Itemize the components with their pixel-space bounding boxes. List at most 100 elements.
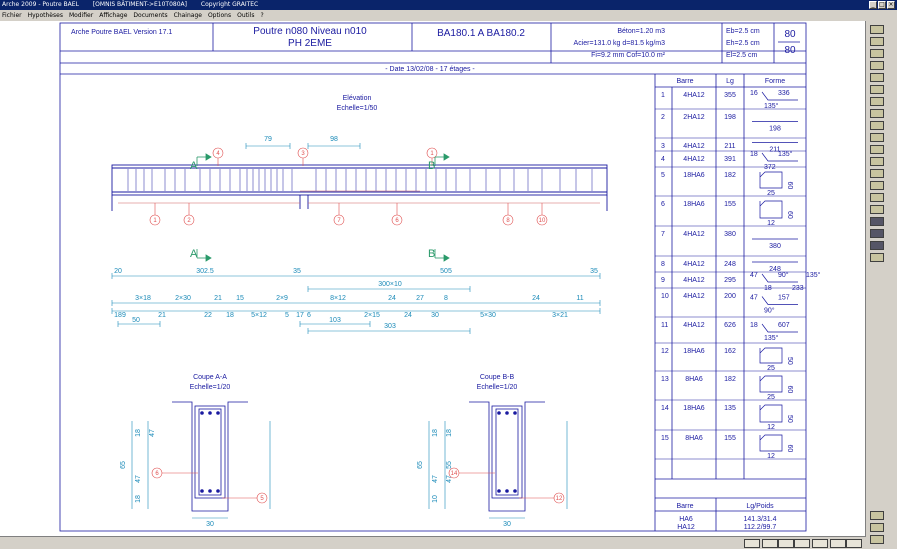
toolbar-button[interactable] bbox=[870, 217, 884, 226]
dim-row2: 24 bbox=[532, 295, 540, 302]
coupe-a-drawing: 18654718473065 bbox=[120, 401, 271, 528]
close-button[interactable]: × bbox=[887, 1, 895, 9]
table-cell-number: 6 bbox=[661, 201, 665, 208]
table-cell-number: 2 bbox=[661, 114, 665, 121]
svg-text:380: 380 bbox=[769, 243, 781, 250]
toolbar-button[interactable] bbox=[870, 253, 884, 262]
section-b-top: B bbox=[428, 160, 435, 172]
dim-row3: 5×30 bbox=[480, 312, 496, 319]
coupe-b-drawing: 18654710185547301412 bbox=[417, 401, 568, 528]
summary-barre-1: HA6 bbox=[679, 516, 693, 523]
status-button[interactable] bbox=[812, 539, 828, 548]
dim-79: 79 bbox=[264, 136, 272, 143]
toolbar-button[interactable] bbox=[870, 169, 884, 178]
svg-text:198: 198 bbox=[769, 126, 781, 133]
toolbar-button[interactable] bbox=[870, 97, 884, 106]
bar-shape: 248 bbox=[752, 261, 798, 273]
menu-help[interactable]: ? bbox=[260, 10, 263, 21]
menu-chainage[interactable]: Chainage bbox=[174, 10, 202, 21]
toolbar-button[interactable] bbox=[870, 73, 884, 82]
toolbar-button[interactable] bbox=[870, 205, 884, 214]
status-button[interactable] bbox=[830, 539, 846, 548]
svg-text:157: 157 bbox=[778, 295, 790, 302]
table-cell-barre: 4HA12 bbox=[683, 293, 705, 300]
svg-text:18: 18 bbox=[764, 285, 772, 292]
menu-documents[interactable]: Documents bbox=[133, 10, 167, 21]
table-cell-number: 7 bbox=[661, 231, 665, 238]
toolbar-button[interactable] bbox=[870, 229, 884, 238]
bar-mark: 8 bbox=[502, 214, 514, 226]
coupe-a-title: Coupe A-A bbox=[193, 374, 227, 381]
bar-mark: 3 bbox=[297, 147, 309, 159]
menu-options[interactable]: Options bbox=[208, 10, 231, 21]
toolbar-button[interactable] bbox=[870, 49, 884, 58]
dim-row3: 2×15 bbox=[364, 312, 380, 319]
bar-shape: 60 12 bbox=[759, 434, 793, 460]
menu-outils[interactable]: Outils bbox=[237, 10, 254, 21]
toolbar-button[interactable] bbox=[870, 133, 884, 142]
coupe-dim: 47 bbox=[135, 475, 142, 483]
dim-98: 98 bbox=[330, 136, 338, 143]
svg-text:60: 60 bbox=[786, 445, 793, 453]
toolbar-button[interactable] bbox=[870, 85, 884, 94]
beton-volume: Béton=1.20 m3 bbox=[617, 28, 665, 35]
dim-row2: 24 bbox=[388, 295, 396, 302]
bar-shape: 47 18 90°233135° bbox=[750, 271, 821, 292]
toolbar-button[interactable] bbox=[870, 241, 884, 250]
table-cell-barre: 18HA6 bbox=[683, 405, 705, 412]
svg-text:6: 6 bbox=[395, 218, 399, 224]
bar-mark: 1 bbox=[149, 214, 161, 226]
minimize-button[interactable]: _ bbox=[869, 1, 877, 9]
maximize-button[interactable]: □ bbox=[878, 1, 886, 9]
table-cell-barre: 4HA12 bbox=[683, 143, 705, 150]
menu-fichier[interactable]: Fichier bbox=[2, 10, 22, 21]
coupe-b-scale: Echelle=1/20 bbox=[477, 384, 518, 391]
svg-text:60: 60 bbox=[786, 182, 793, 190]
menu-affichage[interactable]: Affichage bbox=[99, 10, 127, 21]
dim-row2: 8 bbox=[444, 295, 448, 302]
svg-text:1: 1 bbox=[153, 218, 157, 224]
status-button[interactable] bbox=[762, 539, 778, 548]
summary-lg-1: 141.3/31.4 bbox=[743, 516, 776, 523]
summary-lg-2: 112.2/99.7 bbox=[744, 524, 777, 531]
toolbar-button[interactable] bbox=[870, 109, 884, 118]
zoom-button[interactable] bbox=[870, 511, 884, 520]
menu-modifier[interactable]: Modifier bbox=[69, 10, 93, 21]
fi-cof: Fi=9.2 mm Cof=10.0 m² bbox=[591, 52, 666, 59]
zoom-button[interactable] bbox=[870, 523, 884, 532]
status-button[interactable] bbox=[794, 539, 810, 548]
menu-hypotheses[interactable]: Hypothèses bbox=[28, 10, 63, 21]
toolbar-button[interactable] bbox=[870, 61, 884, 70]
dim-row3: 5×12 bbox=[251, 312, 267, 319]
svg-text:25: 25 bbox=[767, 190, 775, 197]
toolbar-button[interactable] bbox=[870, 193, 884, 202]
eh-value: Eh=2.5 cm bbox=[726, 40, 760, 47]
application-window: Arche 2009 - Poutre BAEL [OMNIS BÂTIMENT… bbox=[0, 0, 897, 549]
status-button[interactable] bbox=[778, 539, 794, 548]
software-version: Arche Poutre BAEL Version 17.1 bbox=[71, 29, 172, 36]
svg-text:60: 60 bbox=[786, 211, 793, 219]
beam-reference: BA180.1 A BA180.2 bbox=[437, 28, 525, 39]
count-bottom: 80 bbox=[784, 45, 796, 56]
table-header-lg: Lg bbox=[726, 78, 734, 85]
toolbar-button[interactable] bbox=[870, 145, 884, 154]
dim-row3: 9 bbox=[122, 312, 126, 319]
drawing-canvas[interactable]: Arche Poutre BAEL Version 17.1 Poutre n0… bbox=[0, 21, 866, 536]
table-cell-lg: 135 bbox=[724, 405, 736, 412]
dim-row4: 303 bbox=[384, 323, 396, 330]
toolbar-button[interactable] bbox=[870, 181, 884, 190]
table-header-barre: Barre bbox=[676, 78, 693, 85]
toolbar-button[interactable] bbox=[870, 37, 884, 46]
status-button[interactable] bbox=[744, 539, 760, 548]
beam-subtitle: PH 2EME bbox=[288, 38, 332, 49]
menu-bar: Fichier Hypothèses Modifier Affichage Do… bbox=[0, 10, 897, 21]
toolbar-button[interactable] bbox=[870, 25, 884, 34]
table-cell-barre: 4HA12 bbox=[683, 156, 705, 163]
status-button[interactable] bbox=[846, 539, 862, 548]
toolbar-button[interactable] bbox=[870, 157, 884, 166]
svg-text:50: 50 bbox=[786, 415, 793, 423]
toolbar-button[interactable] bbox=[870, 121, 884, 130]
table-cell-lg: 295 bbox=[724, 277, 736, 284]
zoom-button[interactable] bbox=[870, 535, 884, 544]
svg-text:233: 233 bbox=[792, 285, 804, 292]
